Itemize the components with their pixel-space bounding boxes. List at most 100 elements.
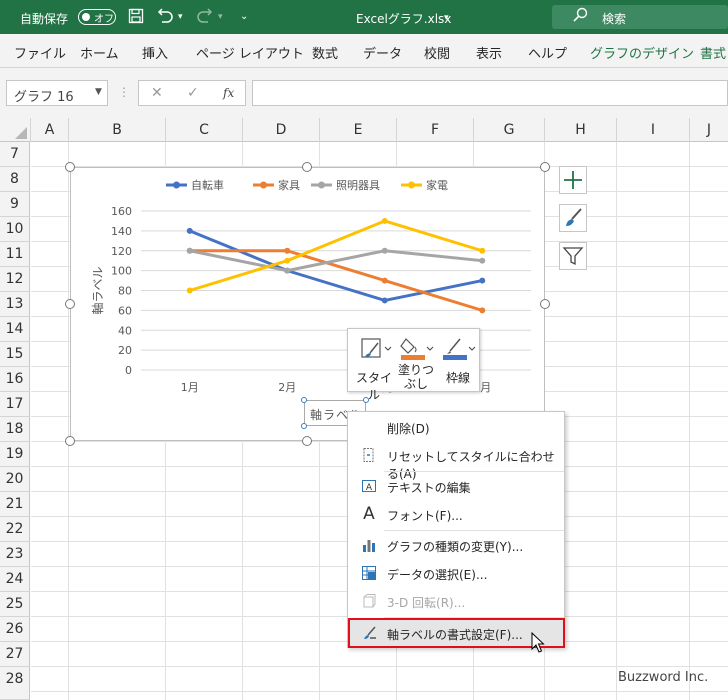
legend-marker [318,181,325,189]
resize-handle[interactable] [302,162,312,172]
column-header[interactable]: I [617,118,690,142]
cancel-icon[interactable]: ✕ [151,85,163,101]
redo-icon[interactable] [196,8,214,28]
row-header[interactable]: 23 [0,542,30,567]
row-header[interactable]: 20 [0,467,30,492]
resize-handle[interactable] [65,162,75,172]
resize-handle[interactable] [540,299,550,309]
legend-label: 家具 [278,178,300,192]
column-header[interactable]: F [397,118,474,142]
formula-input[interactable] [252,80,728,106]
tab-data[interactable]: データ [363,43,402,62]
data-point [381,247,388,254]
row-header[interactable]: 22 [0,517,30,542]
column-header[interactable]: C [166,118,243,142]
insert-function-icon[interactable]: fx [223,86,234,100]
row-header[interactable]: 19 [0,442,30,467]
data-point [186,247,193,254]
legend-marker [260,181,267,189]
column-header[interactable]: J [690,118,728,142]
menu-item-label: フォント(F)... [387,509,463,523]
row-header[interactable]: 17 [0,392,30,417]
row-header[interactable]: 9 [0,192,30,217]
row-header[interactable]: 27 [0,642,30,667]
undo-dropdown-icon[interactable]: ▾ [178,12,183,22]
menu-item-change-chart-type[interactable]: グラフの種類の変更(Y)... [348,532,564,558]
filename-dropdown-icon[interactable]: ▾ [444,13,449,23]
resize-handle[interactable] [302,436,312,446]
menu-item-reset-style[interactable]: リセットしてスタイルに合わせる(A) [348,442,564,481]
row-header[interactable]: 21 [0,492,30,517]
y-tick-label: 140 [111,225,132,238]
tab-page-layout[interactable]: ページ レイアウト [196,43,304,62]
row-header[interactable]: 24 [0,567,30,592]
chart-filters-button[interactable] [559,242,587,270]
menu-item-3d-rotation[interactable]: 3-D 回転(R)... [348,588,564,614]
row-header[interactable]: 28 [0,667,30,700]
enter-icon[interactable]: ✓ [187,85,199,101]
column-header[interactable]: H [545,118,617,142]
menu-item-label: グラフの種類の変更(Y)... [387,540,524,554]
resize-handle[interactable] [540,162,550,172]
row-header[interactable]: 8 [0,167,30,192]
menu-item-select-data[interactable]: データの選択(E)... [348,560,564,586]
select-all-corner[interactable] [0,118,31,142]
row-header[interactable]: 18 [0,417,30,442]
chart-elements-button[interactable] [559,166,587,194]
tab-home[interactable]: ホーム [80,43,119,62]
plus-icon [564,171,582,189]
data-point [186,227,193,234]
x-tick-label: 2月 [278,381,296,394]
tab-help[interactable]: ヘルプ [528,43,567,62]
brush-icon [566,208,582,226]
column-headers: A B C D E F G H I J [0,118,728,142]
redo-dropdown-icon[interactable]: ▾ [218,12,223,22]
column-header[interactable]: E [320,118,397,142]
tab-format[interactable]: 書式 [700,43,726,62]
name-box-dropdown-icon[interactable]: ▼ [95,87,102,97]
undo-icon[interactable] [156,8,174,28]
y-tick-label: 20 [118,344,132,357]
column-header[interactable]: G [474,118,545,142]
row-header[interactable]: 7 [0,142,30,167]
tab-insert[interactable]: 挿入 [142,43,168,62]
row-header[interactable]: 26 [0,617,30,642]
autosave-toggle[interactable]: オフ [78,9,116,25]
selection-handle[interactable] [301,397,307,403]
row-header[interactable]: 15 [0,342,30,367]
fill-button[interactable]: 塗りつ ぶし [396,333,436,391]
tab-view[interactable]: 表示 [476,43,502,62]
formula-bar-grip-icon[interactable]: ⋮ [118,85,130,99]
row-header[interactable]: 12 [0,267,30,292]
column-header[interactable]: A [31,118,69,142]
save-icon[interactable] [128,8,144,28]
border-button[interactable]: 枠線 [438,333,478,391]
row-header[interactable]: 13 [0,292,30,317]
selection-handle[interactable] [301,423,307,429]
formula-buttons: ✕ ✓ fx [138,80,246,106]
tab-chart-design[interactable]: グラフのデザイン [590,43,694,62]
autosave-state: オフ [94,14,114,25]
menu-item-edit-text[interactable]: A テキストの編集 [348,473,564,499]
resize-handle[interactable] [65,299,75,309]
menu-item-font[interactable]: A フォント(F)... [348,501,564,527]
row-header[interactable]: 10 [0,217,30,242]
tab-review[interactable]: 校閲 [424,43,450,62]
menu-item-delete[interactable]: 削除(D) [348,414,564,440]
column-header[interactable]: B [69,118,166,142]
row-header[interactable]: 25 [0,592,30,617]
style-button[interactable]: スタイル [354,333,394,402]
row-header[interactable]: 11 [0,242,30,267]
row-header[interactable]: 16 [0,367,30,392]
menu-separator [384,617,564,618]
column-header[interactable]: D [243,118,320,142]
name-box-value: グラフ 16 [14,90,74,105]
search-box[interactable]: 検索 [552,5,728,29]
name-box[interactable]: グラフ 16 ▼ [6,80,108,106]
tab-file[interactable]: ファイル [14,43,66,62]
resize-handle[interactable] [65,436,75,446]
chart-styles-button[interactable] [559,204,587,232]
row-header[interactable]: 14 [0,317,30,342]
customize-toolbar-icon[interactable]: ⌄ [240,11,248,22]
tab-formulas[interactable]: 数式 [312,43,338,62]
